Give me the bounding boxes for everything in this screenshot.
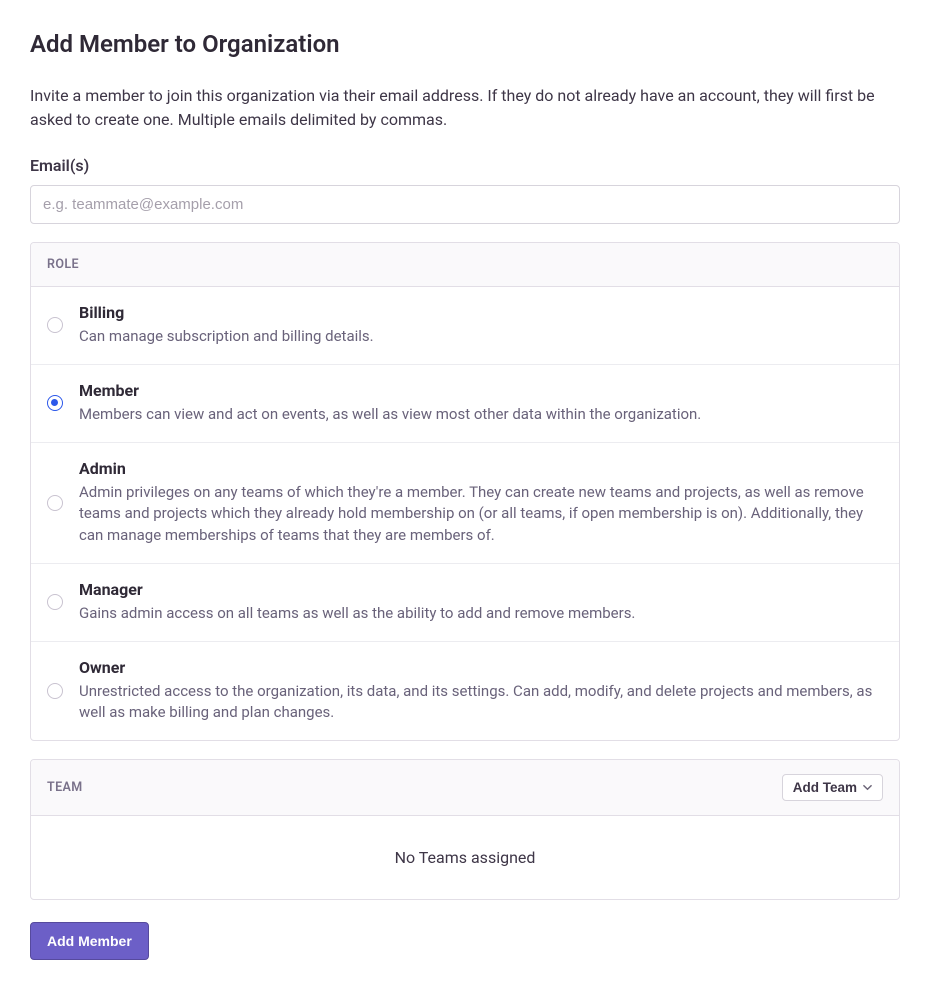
role-description: Can manage subscription and billing deta…	[79, 326, 883, 348]
role-option-owner[interactable]: Owner Unrestricted access to the organiz…	[31, 642, 899, 741]
role-option-manager[interactable]: Manager Gains admin access on all teams …	[31, 564, 899, 642]
radio-icon	[47, 594, 63, 610]
intro-text: Invite a member to join this organizatio…	[30, 84, 900, 132]
role-section-title: ROLE	[47, 257, 79, 272]
add-member-button[interactable]: Add Member	[30, 922, 149, 960]
role-title: Member	[79, 381, 883, 400]
role-panel-header: ROLE	[31, 243, 899, 287]
radio-icon	[47, 395, 63, 411]
email-label: Email(s)	[30, 156, 900, 175]
radio-icon	[47, 317, 63, 333]
role-description: Unrestricted access to the organization,…	[79, 681, 883, 725]
role-title: Manager	[79, 580, 883, 599]
role-description: Admin privileges on any teams of which t…	[79, 482, 883, 547]
team-panel-header: TEAM Add Team	[31, 760, 899, 816]
role-description: Members can view and act on events, as w…	[79, 404, 883, 426]
role-panel: ROLE Billing Can manage subscription and…	[30, 242, 900, 741]
add-team-button[interactable]: Add Team	[782, 774, 883, 801]
chevron-down-icon	[863, 783, 872, 792]
role-title: Billing	[79, 303, 883, 322]
page-title: Add Member to Organization	[30, 30, 900, 58]
role-title: Admin	[79, 459, 883, 478]
team-empty-state: No Teams assigned	[31, 816, 899, 899]
role-option-billing[interactable]: Billing Can manage subscription and bill…	[31, 287, 899, 365]
radio-icon	[47, 495, 63, 511]
role-option-admin[interactable]: Admin Admin privileges on any teams of w…	[31, 443, 899, 564]
team-panel: TEAM Add Team No Teams assigned	[30, 759, 900, 900]
add-team-label: Add Team	[793, 780, 857, 795]
radio-icon	[47, 683, 63, 699]
email-input[interactable]	[30, 185, 900, 224]
role-title: Owner	[79, 658, 883, 677]
role-option-member[interactable]: Member Members can view and act on event…	[31, 365, 899, 443]
role-description: Gains admin access on all teams as well …	[79, 603, 883, 625]
team-section-title: TEAM	[47, 780, 83, 795]
